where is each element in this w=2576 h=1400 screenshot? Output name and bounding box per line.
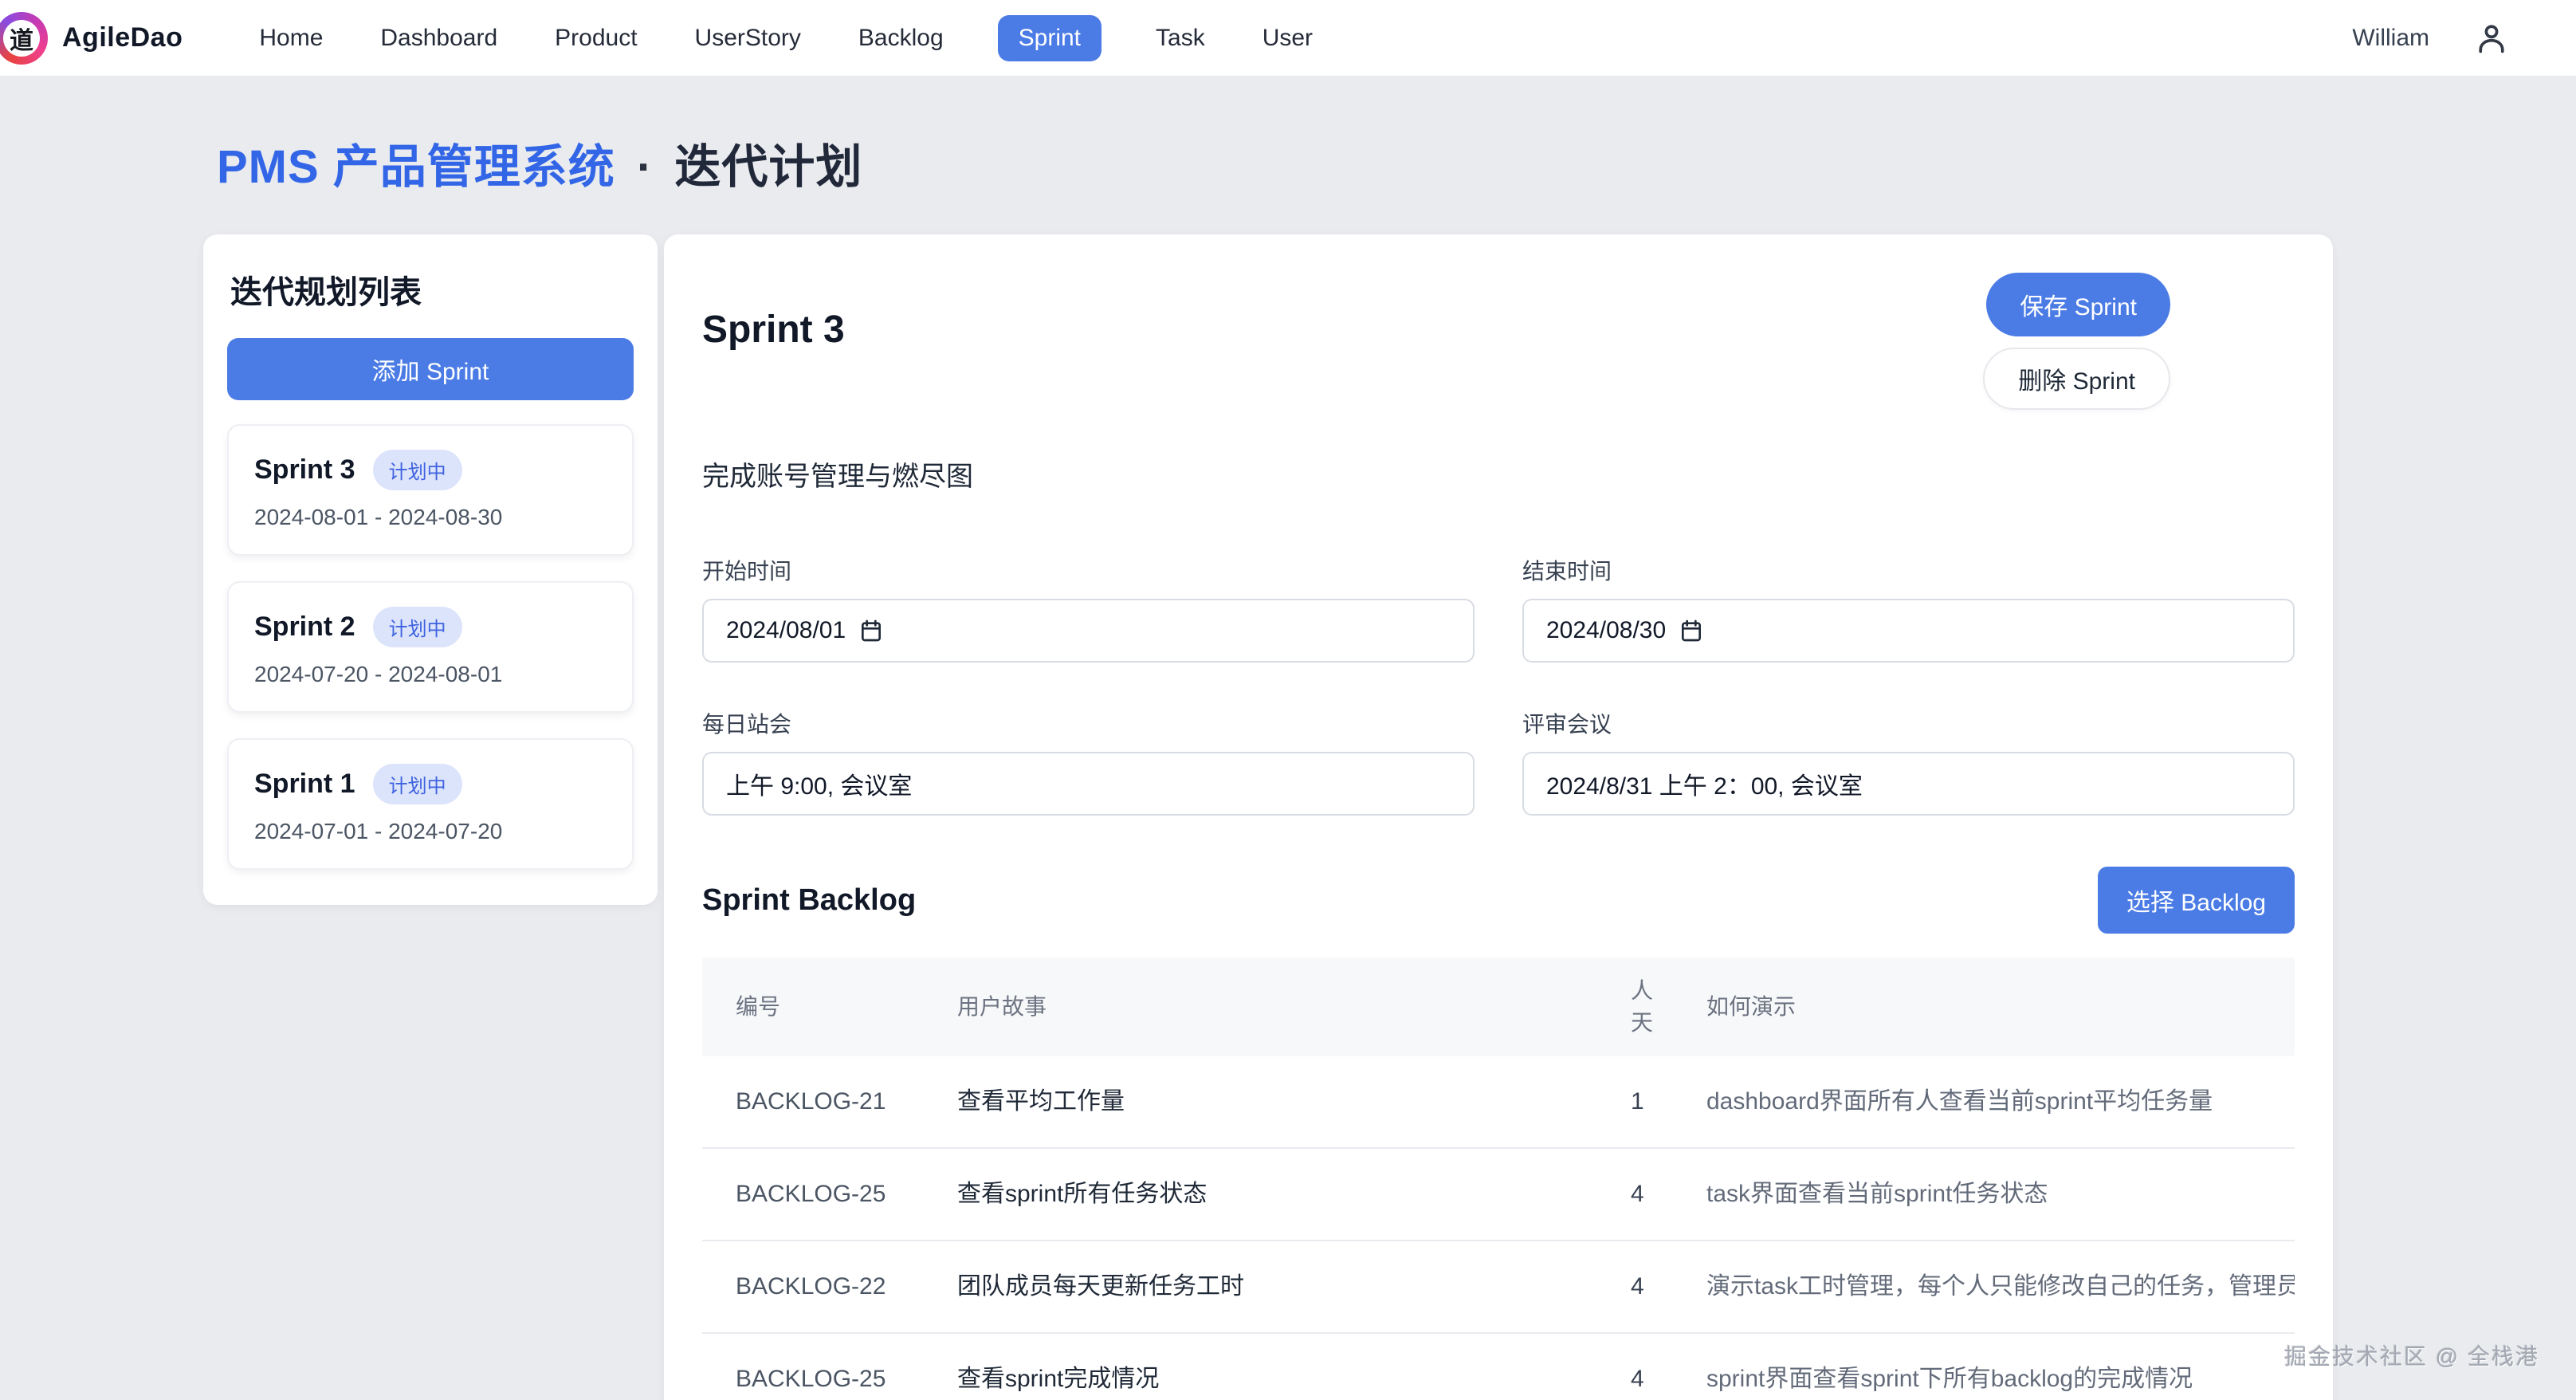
save-sprint-button[interactable]: 保存 Sprint: [1986, 273, 2170, 336]
sprint-detail-title: Sprint 3: [702, 273, 845, 410]
sprint-list-item[interactable]: Sprint 3 计划中 2024-08-01 - 2024-08-30: [227, 424, 634, 556]
standup-value: 上午 9:00, 会议室: [726, 766, 912, 801]
start-date-input[interactable]: 2024/08/01: [702, 599, 1475, 663]
backlog-id: BACKLOG-25: [702, 1363, 957, 1396]
sprint-detail-panel: Sprint 3 保存 Sprint 删除 Sprint 完成账号管理与燃尽图 …: [664, 234, 2333, 1400]
backlog-table-row: BACKLOG-25 查看sprint完成情况 4 sprint界面查看spri…: [702, 1334, 2295, 1400]
sprint-item-name: Sprint 3: [254, 454, 355, 486]
backlog-table: 编号 用户故事 人天 如何演示 BACKLOG-21 查看平均工作量 1 das…: [702, 958, 2295, 1400]
backlog-demo: task界面查看当前sprint任务状态: [1706, 1178, 2295, 1211]
standup-label: 每日站会: [702, 707, 1475, 739]
backlog-story: 查看平均工作量: [957, 1085, 1631, 1119]
nav-item-userstory[interactable]: UserStory: [692, 15, 804, 61]
sprint-item-dates: 2024-08-01 - 2024-08-30: [254, 505, 607, 530]
review-meeting-input[interactable]: 2024/8/31 上午 2：00, 会议室: [1522, 752, 2295, 816]
end-date-field: 结束时间 2024/08/30: [1522, 554, 2295, 663]
sprint-list-item[interactable]: Sprint 1 计划中 2024-07-01 - 2024-07-20: [227, 738, 634, 870]
brand-logo-icon: 道: [0, 12, 48, 65]
sprint-list-item[interactable]: Sprint 2 计划中 2024-07-20 - 2024-08-01: [227, 581, 634, 713]
user-profile-icon[interactable]: [2474, 21, 2509, 56]
sprint-item-name: Sprint 1: [254, 769, 355, 800]
sprint-status-badge: 计划中: [373, 607, 462, 647]
sprint-form: 开始时间 2024/08/01 结束时间 2024/08/30: [702, 554, 2295, 816]
column-header-id: 编号: [702, 991, 957, 1023]
sprint-item-head: Sprint 1 计划中: [254, 764, 607, 804]
sprint-item-name: Sprint 2: [254, 612, 355, 643]
sprint-goal-text: 完成账号管理与燃尽图: [702, 454, 2295, 494]
page-title-section: 迭代计划: [674, 141, 862, 193]
sprint-status-badge: 计划中: [373, 450, 462, 490]
column-header-demo: 如何演示: [1706, 991, 2295, 1023]
nav-menu: Home Dashboard Product UserStory Backlog…: [256, 15, 1316, 61]
start-date-label: 开始时间: [702, 554, 1475, 586]
column-header-story: 用户故事: [957, 991, 1631, 1023]
nav-item-user[interactable]: User: [1259, 15, 1316, 61]
end-date-value: 2024/08/30: [1546, 617, 1666, 644]
sprint-item-dates: 2024-07-01 - 2024-07-20: [254, 819, 607, 844]
backlog-demo: sprint界面查看sprint下所有backlog的完成情况: [1706, 1363, 2295, 1396]
sprint-actions: 保存 Sprint 删除 Sprint: [1983, 273, 2170, 410]
backlog-days: 4: [1631, 1363, 1706, 1396]
sprint-item-head: Sprint 3 计划中: [254, 450, 607, 490]
top-nav: 道 AgileDao Home Dashboard Product UserSt…: [0, 0, 2576, 77]
sprint-status-badge: 计划中: [373, 764, 462, 804]
backlog-id: BACKLOG-22: [702, 1270, 957, 1304]
standup-field: 每日站会 上午 9:00, 会议室: [702, 707, 1475, 816]
sprint-list-panel: 迭代规划列表 添加 Sprint Sprint 3 计划中 2024-08-01…: [203, 234, 658, 905]
calendar-icon[interactable]: [1679, 618, 1704, 643]
current-user-name[interactable]: William: [2352, 25, 2429, 52]
end-date-label: 结束时间: [1522, 554, 2295, 586]
review-meeting-value: 2024/8/31 上午 2：00, 会议室: [1546, 766, 1863, 801]
backlog-days: 4: [1631, 1270, 1706, 1304]
backlog-story: 查看sprint完成情况: [957, 1363, 1631, 1396]
backlog-table-row: BACKLOG-25 查看sprint所有任务状态 4 task界面查看当前sp…: [702, 1149, 2295, 1241]
sprint-item-head: Sprint 2 计划中: [254, 607, 607, 647]
backlog-days: 1: [1631, 1085, 1706, 1119]
page-title: PMS 产品管理系统 · 迭代计划: [0, 77, 2576, 196]
standup-input[interactable]: 上午 9:00, 会议室: [702, 752, 1475, 816]
review-meeting-label: 评审会议: [1522, 707, 2295, 739]
start-date-field: 开始时间 2024/08/01: [702, 554, 1475, 663]
sprint-detail-header: Sprint 3 保存 Sprint 删除 Sprint: [702, 273, 2295, 410]
nav-item-backlog[interactable]: Backlog: [855, 15, 947, 61]
brand-logo-glyph: 道: [3, 20, 40, 57]
backlog-story: 团队成员每天更新任务工时: [957, 1270, 1631, 1304]
delete-sprint-button[interactable]: 删除 Sprint: [1983, 348, 2170, 410]
start-date-value: 2024/08/01: [726, 617, 846, 644]
backlog-id: BACKLOG-25: [702, 1178, 957, 1211]
backlog-days: 4: [1631, 1178, 1706, 1211]
select-backlog-button[interactable]: 选择 Backlog: [2098, 867, 2295, 934]
backlog-story: 查看sprint所有任务状态: [957, 1178, 1631, 1211]
content: 迭代规划列表 添加 Sprint Sprint 3 计划中 2024-08-01…: [203, 234, 2333, 1400]
nav-item-dashboard[interactable]: Dashboard: [377, 15, 501, 61]
backlog-demo: dashboard界面所有人查看当前sprint平均任务量: [1706, 1085, 2295, 1119]
backlog-table-row: BACKLOG-22 团队成员每天更新任务工时 4 演示task工时管理，每个人…: [702, 1241, 2295, 1334]
watermark-text: 掘金技术社区 @ 全栈港: [2284, 1339, 2539, 1371]
backlog-table-row: BACKLOG-21 查看平均工作量 1 dashboard界面所有人查看当前s…: [702, 1056, 2295, 1149]
calendar-icon[interactable]: [858, 618, 884, 643]
nav-item-sprint[interactable]: Sprint: [998, 15, 1101, 61]
end-date-input[interactable]: 2024/08/30: [1522, 599, 2295, 663]
backlog-section-header: Sprint Backlog 选择 Backlog: [702, 867, 2295, 934]
nav-item-product[interactable]: Product: [552, 15, 640, 61]
sprint-list-heading: 迭代规划列表: [227, 266, 634, 313]
nav-item-task[interactable]: Task: [1153, 15, 1208, 61]
brand: 道 AgileDao: [0, 12, 183, 65]
nav-item-home[interactable]: Home: [256, 15, 326, 61]
add-sprint-button[interactable]: 添加 Sprint: [227, 338, 634, 400]
page-title-system: PMS 产品管理系统: [217, 141, 615, 193]
backlog-demo: 演示task工时管理，每个人只能修改自己的任务，管理员可以修改所有人的任务: [1706, 1270, 2295, 1304]
backlog-section-title: Sprint Backlog: [702, 883, 916, 918]
page-title-separator: ·: [637, 141, 653, 193]
nav-right: William: [2352, 21, 2509, 56]
review-meeting-field: 评审会议 2024/8/31 上午 2：00, 会议室: [1522, 707, 2295, 816]
backlog-table-header: 编号 用户故事 人天 如何演示: [702, 958, 2295, 1056]
brand-name: AgileDao: [62, 22, 183, 53]
sprint-item-dates: 2024-07-20 - 2024-08-01: [254, 662, 607, 687]
backlog-id: BACKLOG-21: [702, 1085, 957, 1119]
column-header-days: 人天: [1631, 975, 1659, 1039]
